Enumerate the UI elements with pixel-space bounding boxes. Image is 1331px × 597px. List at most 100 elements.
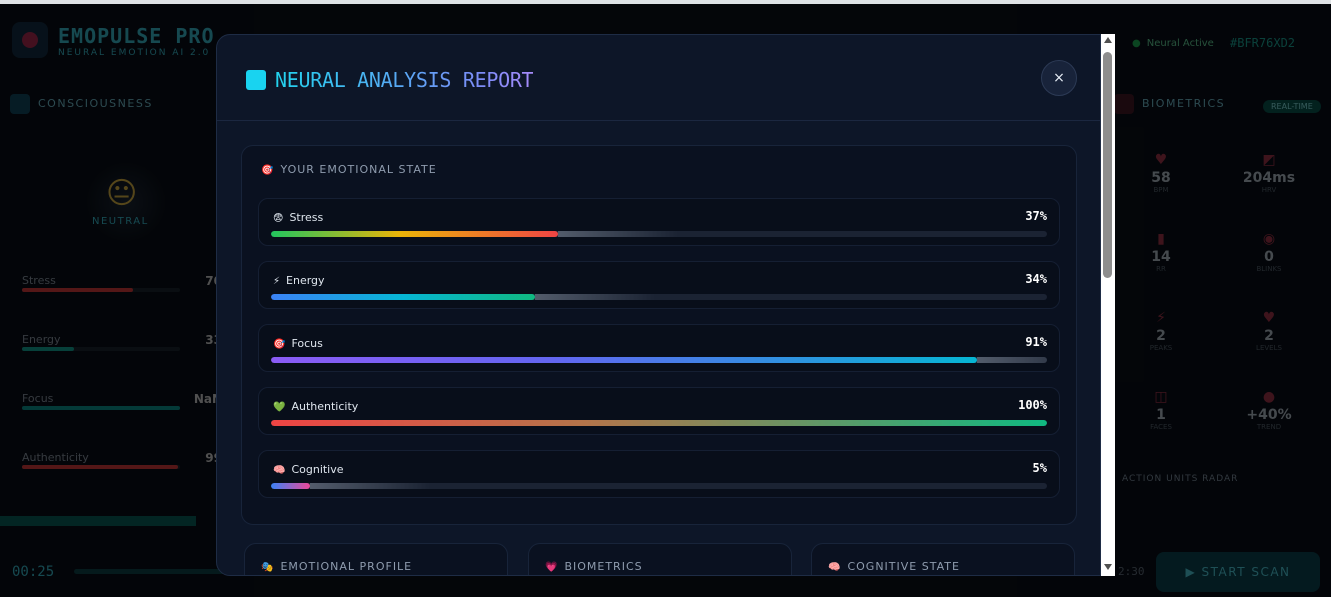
bg-metric-fill xyxy=(22,465,179,469)
metric-icon: 😨 xyxy=(273,213,284,224)
bio-stat-value: 204ms xyxy=(1242,170,1296,186)
bg-metric-stress: Stress 70 xyxy=(22,274,222,292)
bio-stat-trend: ● +40% TREND xyxy=(1229,389,1309,431)
bio-stat-unit: FACES xyxy=(1150,423,1172,431)
bio-stat-value: 14 xyxy=(1151,249,1171,265)
metric-bar-fill xyxy=(271,420,1047,426)
action-units-label: ACTION UNITS RADAR xyxy=(1122,474,1239,484)
modal-title: NEURAL ANALYSIS REPORT xyxy=(275,68,534,92)
scroll-up-arrow-icon[interactable] xyxy=(1104,37,1112,43)
report-icon xyxy=(246,70,266,90)
bg-metric-track xyxy=(22,406,180,410)
bio-stat-rr: ▮ 14 RR xyxy=(1121,231,1201,273)
bg-metric-fill xyxy=(22,406,180,410)
metric-bar-shimmer xyxy=(977,357,1047,363)
metric-value: 5% xyxy=(1032,461,1047,475)
bg-metric-focus: Focus NaN xyxy=(22,392,222,410)
bio-stat-icon: ◩ xyxy=(1262,152,1276,168)
metric-icon: 🎯 xyxy=(273,339,286,350)
bio-stat-icon: ♥ xyxy=(1262,310,1276,326)
metric-row-authenticity: 💚 Authenticity 100% xyxy=(258,387,1060,435)
bg-metric-label: Focus xyxy=(22,392,54,405)
bg-metric-fill xyxy=(22,288,133,292)
bio-stat-unit: BPM xyxy=(1153,186,1169,194)
metric-value: 37% xyxy=(1025,209,1047,223)
modal-scrollbar[interactable] xyxy=(1101,34,1115,576)
bio-stat-value: +40% xyxy=(1246,407,1292,423)
bg-metric-track xyxy=(22,347,180,351)
bio-stat-unit: TREND xyxy=(1256,423,1282,431)
close-button[interactable]: × xyxy=(1041,60,1077,96)
bio-stat-value: 0 xyxy=(1264,249,1274,265)
metric-bar-track xyxy=(271,294,1047,300)
bio-stat-value: 2 xyxy=(1156,328,1166,344)
sub-card-emotional-profile: 🎭 EMOTIONAL PROFILE xyxy=(244,543,508,575)
start-scan-button[interactable]: ▶ START SCAN xyxy=(1156,552,1320,592)
metric-bar-track xyxy=(271,231,1047,237)
bio-stat-icon: ♥ xyxy=(1154,152,1168,168)
metric-value: 91% xyxy=(1025,335,1047,349)
metric-bar-fill xyxy=(271,483,310,489)
metric-label: 😨 Stress xyxy=(273,211,324,224)
metric-icon: 🧠 xyxy=(273,465,286,476)
metric-row-stress: 😨 Stress 37% xyxy=(258,198,1060,246)
metric-icon: ⚡ xyxy=(273,276,281,287)
bg-metric-track xyxy=(22,465,180,469)
bg-metric-label: Authenticity xyxy=(22,451,89,464)
app-subtitle: NEURAL EMOTION AI 2.0 xyxy=(58,48,211,58)
metric-bar-shimmer xyxy=(534,294,655,300)
target-icon: 🎯 xyxy=(261,165,275,176)
bg-metric-label: Energy xyxy=(22,333,61,346)
bio-stat-peaks: ⚡ 2 PEAKS xyxy=(1121,310,1201,352)
metric-row-energy: ⚡ Energy 34% xyxy=(258,261,1060,309)
bio-stat-unit: LEVELS xyxy=(1256,344,1282,352)
neutral-face-icon: 😐 xyxy=(106,176,138,211)
bio-stat-icon: ▮ xyxy=(1157,231,1165,247)
sub-card-cognitive-state: 🧠 COGNITIVE STATE xyxy=(811,543,1075,575)
metric-bar-track xyxy=(271,420,1047,426)
metric-bar-shimmer xyxy=(558,231,679,237)
bio-stat-icon: ◉ xyxy=(1262,231,1276,247)
bio-stat-value: 58 xyxy=(1151,170,1171,186)
metric-icon: 💚 xyxy=(273,402,286,413)
metric-bar-shimmer xyxy=(309,483,430,489)
emotional-state-card: 🎯 YOUR EMOTIONAL STATE 😨 Stress 37% ⚡ Energy 3… xyxy=(241,145,1077,525)
bio-stat-icon: ⚡ xyxy=(1156,310,1166,326)
realtime-badge: REAL-TIME xyxy=(1263,100,1321,113)
session-timeline[interactable] xyxy=(74,569,234,574)
bio-stat-hrv: ◩ 204ms HRV xyxy=(1229,152,1309,194)
bio-stat-bpm: ♥ 58 BPM xyxy=(1121,152,1201,194)
status-indicator: Neural Active xyxy=(1132,38,1214,49)
session-duration: 2:30 xyxy=(1118,565,1145,578)
bio-stat-blinks: ◉ 0 BLINKS xyxy=(1229,231,1309,273)
sub-card-biometrics: 💗 BIOMETRICS xyxy=(528,543,792,575)
sub-card-icon: 🧠 xyxy=(828,562,842,573)
metric-row-focus: 🎯 Focus 91% xyxy=(258,324,1060,372)
scrollbar-thumb[interactable] xyxy=(1103,52,1112,278)
metric-row-cognitive: 🧠 Cognitive 5% xyxy=(258,450,1060,498)
bio-stat-icon: ● xyxy=(1262,389,1276,405)
metric-label: 🎯 Focus xyxy=(273,337,323,350)
sub-card-title: 🧠 COGNITIVE STATE xyxy=(828,560,960,573)
metric-value: 34% xyxy=(1025,272,1047,286)
bio-stat-faces: ◫ 1 FACES xyxy=(1121,389,1201,431)
session-timer: 00:25 xyxy=(12,564,55,580)
consciousness-panel-header: CONSCIOUSNESS xyxy=(10,94,153,114)
modal-header: NEURAL ANALYSIS REPORT × xyxy=(217,35,1100,121)
app-logo xyxy=(12,22,48,58)
scroll-down-arrow-icon[interactable] xyxy=(1104,564,1112,570)
metric-label: 🧠 Cognitive xyxy=(273,463,344,476)
bg-metric-label: Stress xyxy=(22,274,56,287)
metric-value: 100% xyxy=(1018,398,1047,412)
metric-label: 💚 Authenticity xyxy=(273,400,359,413)
bio-stat-unit: HRV xyxy=(1261,186,1277,194)
brain-icon xyxy=(10,94,30,114)
metric-bar-fill xyxy=(271,357,978,363)
bg-metric-energy: Energy 33 xyxy=(22,333,222,351)
panel-progress-bar xyxy=(0,516,196,526)
bio-stat-icon: ◫ xyxy=(1154,389,1168,405)
metric-bar-track xyxy=(271,357,1047,363)
emotion-label: NEUTRAL xyxy=(92,216,149,227)
emotional-state-title: 🎯 YOUR EMOTIONAL STATE xyxy=(261,163,437,176)
biometrics-panel-header: BIOMETRICS xyxy=(1114,94,1225,114)
